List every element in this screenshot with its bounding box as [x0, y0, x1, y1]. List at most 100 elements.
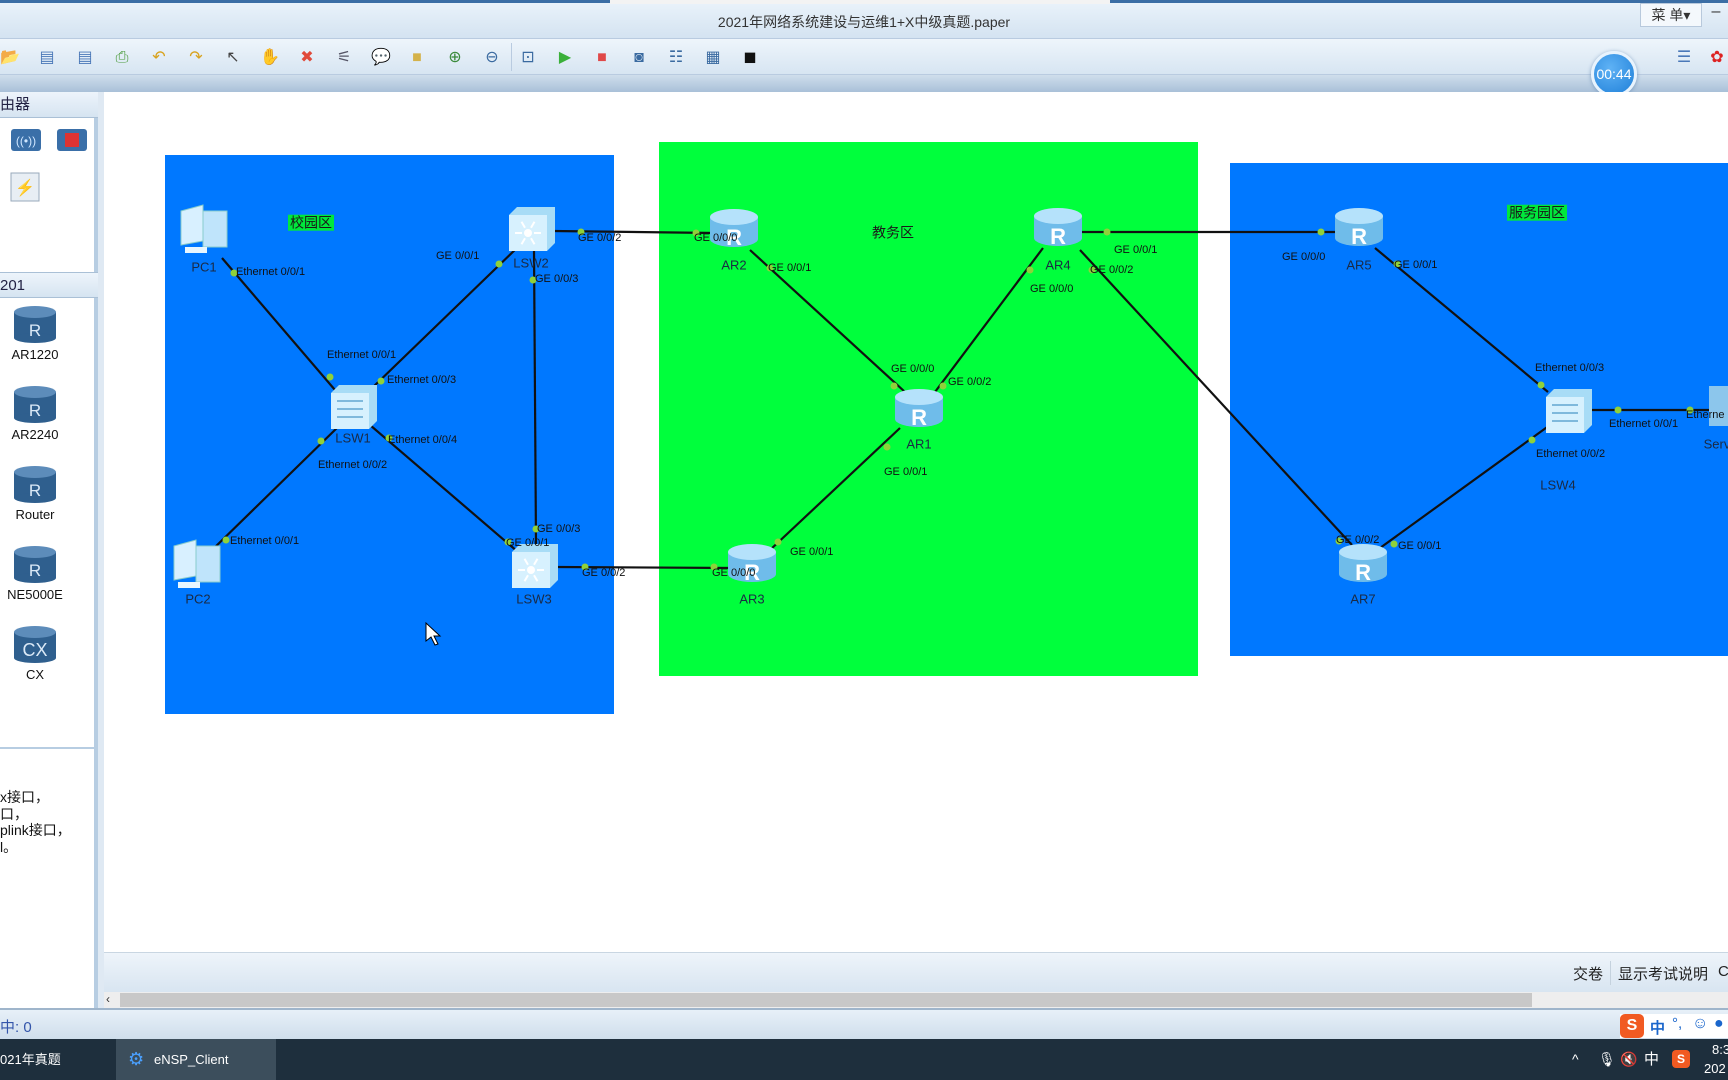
- zone-label[interactable]: 教务区: [872, 225, 914, 241]
- port-dot[interactable]: [222, 536, 230, 544]
- taskbar-item-exam[interactable]: 021年真题: [0, 1039, 116, 1080]
- port-label: GE 0/0/2: [1336, 534, 1379, 546]
- taskbar-item-label: eNSP_Client: [154, 1052, 229, 1067]
- pc-icon: [173, 539, 197, 581]
- node-lsw2[interactable]: [509, 207, 555, 251]
- scrollbar-thumb[interactable]: [120, 993, 1532, 1007]
- port-dot[interactable]: [1026, 266, 1034, 274]
- clock-time[interactable]: 8:3: [1712, 1042, 1728, 1057]
- node-ar1[interactable]: R: [895, 389, 943, 430]
- node-label: AR2: [721, 257, 746, 272]
- ensp-icon: ⚙: [128, 1049, 145, 1069]
- port-label: Ethernet 0/0/4: [388, 434, 457, 446]
- clock-date[interactable]: 202: [1704, 1061, 1726, 1076]
- voice-icon[interactable]: ●: [1714, 1015, 1724, 1033]
- microphone-icon[interactable]: 🎙: [1598, 1039, 1616, 1080]
- port-dot[interactable]: [883, 443, 891, 451]
- node-label: AR3: [739, 591, 764, 606]
- svg-text:R: R: [911, 405, 927, 430]
- node-label: LSW3: [516, 591, 551, 606]
- port-label: GE 0/0/1: [1398, 540, 1441, 552]
- punctuation-icon[interactable]: °,: [1672, 1015, 1682, 1032]
- port-label: Ethernet 0/0/3: [387, 374, 456, 386]
- pc-icon: [180, 204, 204, 246]
- port-label: Ethernet 0/0/2: [318, 459, 387, 471]
- port-dot[interactable]: [326, 373, 334, 381]
- node-label: AR7: [1350, 591, 1375, 606]
- node-label: PC2: [185, 591, 210, 606]
- port-label: GE 0/0/0: [694, 232, 737, 244]
- scroll-left-icon[interactable]: ‹: [106, 992, 110, 1006]
- port-label: GE 0/0/1: [506, 537, 549, 549]
- port-dot[interactable]: [377, 377, 385, 385]
- node-lsw4[interactable]: [1546, 389, 1592, 433]
- sogou-icon[interactable]: S: [1620, 1014, 1644, 1038]
- port-dot[interactable]: [317, 437, 325, 445]
- port-label: GE 0/0/0: [891, 363, 934, 375]
- tray-ime-indicator[interactable]: 中: [1644, 1039, 1659, 1080]
- port-label: Ethernet 0/0/1: [1609, 418, 1678, 430]
- port-label: GE 0/0/1: [768, 262, 811, 274]
- divider: [1610, 961, 1611, 985]
- tray-sogou-icon[interactable]: S: [1672, 1050, 1690, 1068]
- port-label: Ethernet 0/0/1: [236, 266, 305, 278]
- cut-off-label: C: [1718, 963, 1728, 980]
- port-dot[interactable]: [1528, 436, 1536, 444]
- horizontal-scrollbar[interactable]: ‹: [104, 992, 1728, 1008]
- port-label: Ethernet 0/0/1: [230, 535, 299, 547]
- ime-mode[interactable]: 中: [1650, 1017, 1665, 1038]
- port-label: GE 0/0/1: [884, 466, 927, 478]
- node-ar4[interactable]: R: [1034, 208, 1082, 249]
- port-label: GE 0/0/2: [1090, 264, 1133, 276]
- node-ar7[interactable]: R: [1339, 544, 1387, 585]
- node-label: AR4: [1045, 257, 1070, 272]
- volume-muted-icon[interactable]: 🔇: [1620, 1039, 1637, 1080]
- status-text: 中: 0: [0, 1019, 32, 1036]
- topology-diagram: 校园区教务区 服务园区 PC1 PC2 LSW1 LSW2 LSW3 R AR1 R AR2 R AR3…: [165, 142, 1728, 714]
- port-dot[interactable]: [1390, 540, 1398, 548]
- zone-label[interactable]: 服务园区: [1509, 205, 1565, 221]
- submit-button[interactable]: 交卷: [1573, 963, 1603, 984]
- port-label: GE 0/0/1: [790, 546, 833, 558]
- port-label: GE 0/0/2: [578, 232, 621, 244]
- zone-label[interactable]: 校园区: [290, 215, 332, 231]
- port-dot[interactable]: [890, 382, 898, 390]
- port-dot[interactable]: [1103, 228, 1111, 236]
- node-label: Serv: [1704, 436, 1728, 451]
- emoji-icon[interactable]: ☺: [1692, 1015, 1708, 1033]
- taskbar-item-ensp[interactable]: ⚙ eNSP_Client: [116, 1039, 276, 1080]
- port-label: Ethernet 0/0/1: [327, 349, 396, 361]
- node-lsw1[interactable]: [331, 385, 377, 429]
- node-ar5[interactable]: R: [1335, 208, 1383, 249]
- port-dot[interactable]: [939, 382, 947, 390]
- exam-bar: 交卷 显示考试说明 C: [104, 952, 1728, 992]
- port-dot[interactable]: [1317, 228, 1325, 236]
- port-label: GE 0/0/0: [1030, 283, 1073, 295]
- port-dot[interactable]: [774, 538, 782, 546]
- node-label: LSW4: [1540, 477, 1575, 492]
- status-bar: 中: 0 S 中 °, ☺ ●: [0, 1008, 1728, 1039]
- ime-toolbar[interactable]: S 中 °, ☺ ●: [1620, 1014, 1728, 1038]
- port-label: GE 0/0/2: [948, 376, 991, 388]
- port-label: GE 0/0/0: [712, 567, 755, 579]
- port-label: GE 0/0/1: [1394, 259, 1437, 271]
- svg-text:R: R: [1050, 224, 1066, 249]
- port-dot[interactable]: [495, 260, 503, 268]
- port-dot[interactable]: [1537, 381, 1545, 389]
- port-label: Ethernet 0/0/2: [1536, 448, 1605, 460]
- tray-expand-icon[interactable]: ^: [1572, 1039, 1579, 1080]
- port-label: GE 0/0/3: [537, 523, 580, 535]
- svg-text:R: R: [1355, 560, 1371, 585]
- port-label: GE 0/0/2: [582, 567, 625, 579]
- node-label: AR5: [1346, 257, 1371, 272]
- taskbar: 021年真题 ⚙ eNSP_Client ^ 🎙 🔇 中 S 8:3 202: [0, 1039, 1728, 1080]
- port-label: Ethernet 0/0/3: [1535, 362, 1604, 374]
- node-lsw3[interactable]: [512, 544, 558, 588]
- port-label: GE 0/0/0: [1282, 251, 1325, 263]
- port-label: GE 0/0/3: [535, 273, 578, 285]
- node-label: LSW1: [335, 430, 370, 445]
- node-label: AR1: [906, 436, 931, 451]
- svg-text:R: R: [1351, 224, 1367, 249]
- show-instructions-button[interactable]: 显示考试说明: [1618, 963, 1708, 984]
- port-dot[interactable]: [1614, 406, 1622, 414]
